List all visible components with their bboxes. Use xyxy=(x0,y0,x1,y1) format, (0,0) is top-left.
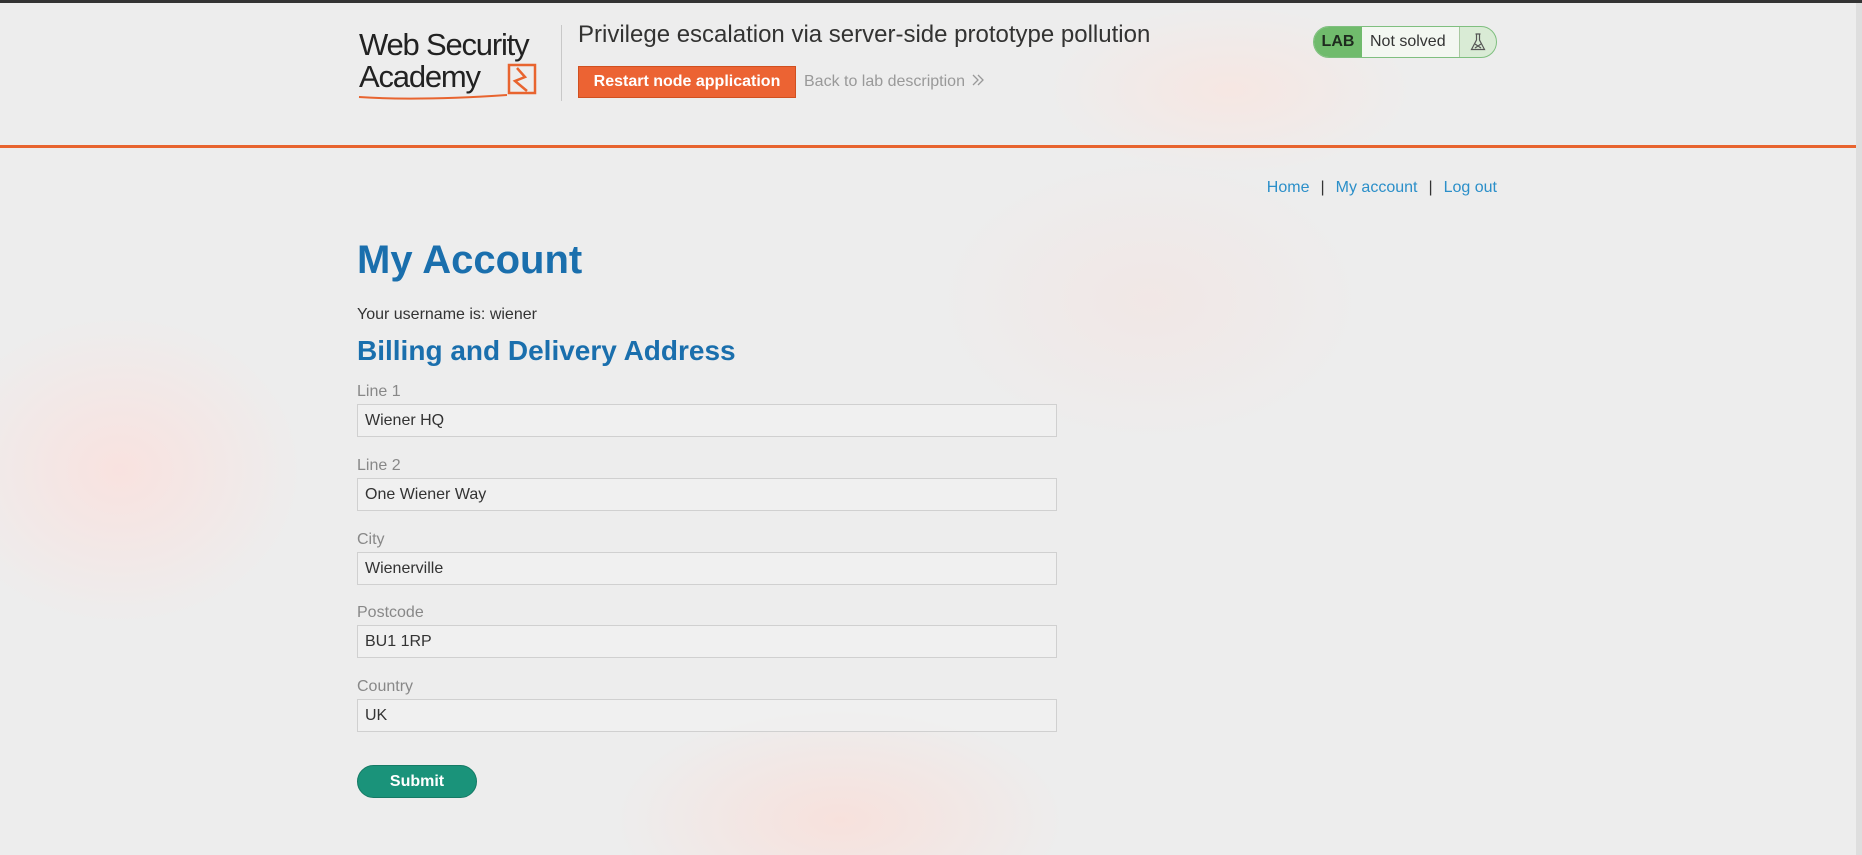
back-link-label: Back to lab description xyxy=(804,73,965,90)
postcode-label: Postcode xyxy=(357,604,424,621)
lab-status-widget: LAB Not solved xyxy=(1313,26,1497,58)
logo-divider xyxy=(561,25,562,101)
back-to-lab-description-link[interactable]: Back to lab description xyxy=(804,73,985,91)
logo-text-line2: Academy xyxy=(359,59,482,94)
lab-state: Not solved xyxy=(1362,27,1460,57)
restart-node-application-button[interactable]: Restart node application xyxy=(578,66,796,98)
nav-separator: | xyxy=(1320,179,1325,196)
country-input[interactable] xyxy=(357,699,1057,732)
city-input[interactable] xyxy=(357,552,1057,585)
nav-my-account-link[interactable]: My account xyxy=(1336,179,1418,196)
page-title: My Account xyxy=(357,238,583,282)
nav-separator: | xyxy=(1428,179,1433,196)
lab-badge: LAB xyxy=(1314,27,1362,57)
lab-header: Web Security Academy Privilege escalatio… xyxy=(0,3,1856,148)
top-nav: Home | My account | Log out xyxy=(1267,179,1497,197)
submit-button[interactable]: Submit xyxy=(357,765,477,798)
line2-input[interactable] xyxy=(357,478,1057,511)
address-section-title: Billing and Delivery Address xyxy=(357,335,736,366)
city-label: City xyxy=(357,531,385,548)
line1-label: Line 1 xyxy=(357,383,401,400)
username-text: Your username is: wiener xyxy=(357,306,537,323)
lab-title: Privilege escalation via server-side pro… xyxy=(578,21,1151,48)
scrollbar[interactable] xyxy=(1856,3,1862,855)
nav-home-link[interactable]: Home xyxy=(1267,179,1310,196)
web-security-academy-logo[interactable]: Web Security Academy xyxy=(357,25,557,105)
double-chevron-right-icon xyxy=(972,74,984,86)
flask-icon[interactable] xyxy=(1460,27,1496,57)
postcode-input[interactable] xyxy=(357,625,1057,658)
line1-input[interactable] xyxy=(357,404,1057,437)
line2-label: Line 2 xyxy=(357,457,401,474)
logo-text-line1: Web Security xyxy=(359,27,530,62)
country-label: Country xyxy=(357,678,414,695)
nav-log-out-link[interactable]: Log out xyxy=(1444,179,1497,196)
